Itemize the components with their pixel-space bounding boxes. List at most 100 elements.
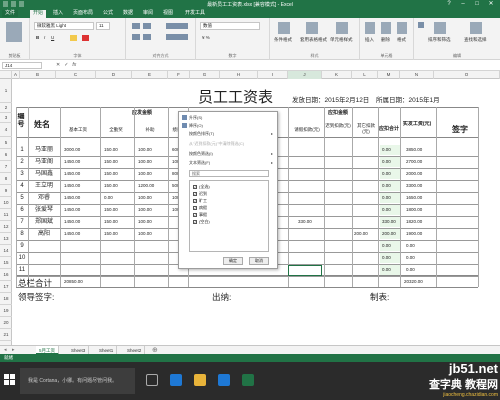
cell-other[interactable] [352, 253, 378, 263]
tab-file[interactable]: 文件 [2, 10, 19, 17]
row-header[interactable]: 20 [0, 317, 12, 329]
col-header[interactable]: H [220, 71, 258, 79]
font-color-icon[interactable] [82, 35, 89, 41]
cell-tax[interactable]: 200.00 [380, 229, 400, 239]
cell-idx[interactable]: 1 [16, 145, 28, 155]
cell-bonus[interactable]: 150.00 [102, 217, 132, 227]
cell-subsidy[interactable]: 1200.00 [136, 181, 166, 191]
italic-icon[interactable]: I [44, 35, 45, 40]
cell-other[interactable] [352, 217, 378, 227]
row-header[interactable]: 2 [0, 103, 12, 113]
cell-tax[interactable]: 0.00 [380, 265, 400, 275]
cell-styles-button[interactable]: 单元格样式 [330, 37, 353, 43]
row-header[interactable]: 19 [0, 305, 12, 317]
cell-bonus[interactable]: 150.00 [102, 157, 132, 167]
align-left-icon[interactable] [132, 34, 140, 40]
tab-formulas[interactable]: 公式 [100, 10, 116, 17]
cell-tax[interactable]: 0.00 [380, 205, 400, 215]
tab-page-layout[interactable]: 页面布局 [70, 10, 96, 17]
cell-tax[interactable]: 0.00 [380, 253, 400, 263]
filter-option[interactable]: ✓ 旷工 [193, 198, 207, 204]
name-box[interactable]: J14 [2, 62, 42, 69]
cell-other[interactable] [352, 181, 378, 191]
filter-option[interactable]: ✓ (全选) [193, 184, 210, 190]
cell-net[interactable]: 0.00 [404, 253, 434, 263]
fx-icon[interactable]: fx [72, 62, 76, 68]
store-icon[interactable] [218, 374, 230, 386]
col-header[interactable]: O [434, 71, 500, 79]
col-header[interactable]: D [96, 71, 132, 79]
cell-net[interactable]: 1650.00 [404, 193, 434, 203]
cell-subsidy[interactable] [136, 241, 166, 251]
cell-bonus[interactable]: 150.00 [102, 145, 132, 155]
cell-net[interactable]: 2700.00 [404, 157, 434, 167]
cell-base[interactable]: 1450.00 [62, 157, 98, 167]
cell-tax[interactable]: 0.00 [380, 181, 400, 191]
task-view-icon[interactable] [146, 374, 158, 386]
format-as-table-icon[interactable] [306, 22, 318, 34]
col-header[interactable]: G [190, 71, 220, 79]
cell-name[interactable] [28, 253, 60, 263]
align-center-icon[interactable] [143, 34, 151, 40]
cell-base[interactable]: 1450.00 [62, 217, 98, 227]
cell-other[interactable] [352, 193, 378, 203]
cell-other[interactable] [352, 145, 378, 155]
cell-other[interactable] [352, 169, 378, 179]
cell-net[interactable]: 3300.00 [404, 181, 434, 191]
format-cells-icon[interactable] [397, 22, 407, 34]
cell-late[interactable] [296, 241, 326, 251]
formula-icons[interactable]: ✕✓fx [56, 62, 76, 68]
col-header[interactable]: B [20, 71, 56, 79]
row-header[interactable]: 13 [0, 233, 12, 245]
cell-idx[interactable]: 6 [16, 205, 28, 215]
edge-icon[interactable] [170, 374, 182, 386]
cell-late[interactable] [296, 181, 326, 191]
cell-other[interactable]: 200.00 [352, 229, 378, 239]
cell-bonus[interactable] [102, 241, 132, 251]
filter-ok-button[interactable]: 确定 [223, 257, 243, 265]
cell-idx[interactable]: 11 [16, 265, 28, 275]
excel-icon[interactable] [242, 374, 254, 386]
filter-option[interactable]: ✓ 病假 [193, 205, 207, 211]
cell-bonus[interactable] [102, 265, 132, 275]
tab-developer[interactable]: 开发工具 [182, 10, 208, 17]
col-header-selected[interactable]: J [288, 71, 322, 79]
col-header[interactable]: C [56, 71, 96, 79]
cell-other[interactable] [352, 157, 378, 167]
row-header[interactable]: 9 [0, 185, 12, 197]
windows-start-icon[interactable] [4, 374, 16, 386]
format-cells-button[interactable]: 格式 [397, 37, 406, 43]
text-filter-item[interactable]: 文本筛选(F) [189, 160, 210, 166]
cell-name[interactable] [28, 241, 60, 251]
col-header[interactable]: K [322, 71, 352, 79]
row-header[interactable]: 10 [0, 197, 12, 209]
align-middle-icon[interactable] [143, 23, 151, 29]
cell-idx[interactable]: 10 [16, 253, 28, 263]
select-all[interactable] [0, 71, 12, 79]
col-header[interactable]: E [132, 71, 168, 79]
file-explorer-icon[interactable] [194, 374, 206, 386]
cell-tax[interactable]: 0.00 [380, 193, 400, 203]
cell-late[interactable] [296, 205, 326, 215]
cell-subsidy[interactable] [136, 265, 166, 275]
cell-subsidy[interactable] [136, 253, 166, 263]
selected-cell[interactable] [288, 265, 322, 276]
cortana-search-box[interactable]: 我是 Cortana，小娜。有问题尽管问我。 [20, 368, 135, 394]
cell-other[interactable] [352, 265, 378, 275]
row-header[interactable]: 3 [0, 113, 12, 123]
cell-subsidy[interactable]: 100.00 [136, 145, 166, 155]
font-size-box[interactable]: 11 [96, 22, 110, 30]
cell-bonus[interactable] [102, 253, 132, 263]
cell-bonus[interactable]: 150.00 [102, 205, 132, 215]
col-header[interactable]: L [352, 71, 378, 79]
col-header[interactable]: A [12, 71, 20, 79]
cell-subsidy[interactable]: 100.00 [136, 169, 166, 179]
sort-by-color-item[interactable]: 按颜色排序(T) [189, 131, 214, 137]
cell-bonus[interactable]: 150.00 [102, 181, 132, 191]
number-format-box[interactable]: 数值 [200, 22, 260, 30]
row-header[interactable]: 11 [0, 209, 12, 221]
row-header[interactable]: 17 [0, 281, 12, 293]
cell-idx[interactable]: 2 [16, 157, 28, 167]
cell-base[interactable]: 1450.00 [62, 181, 98, 191]
filter-option[interactable]: ✓ 迟到 [193, 191, 207, 197]
